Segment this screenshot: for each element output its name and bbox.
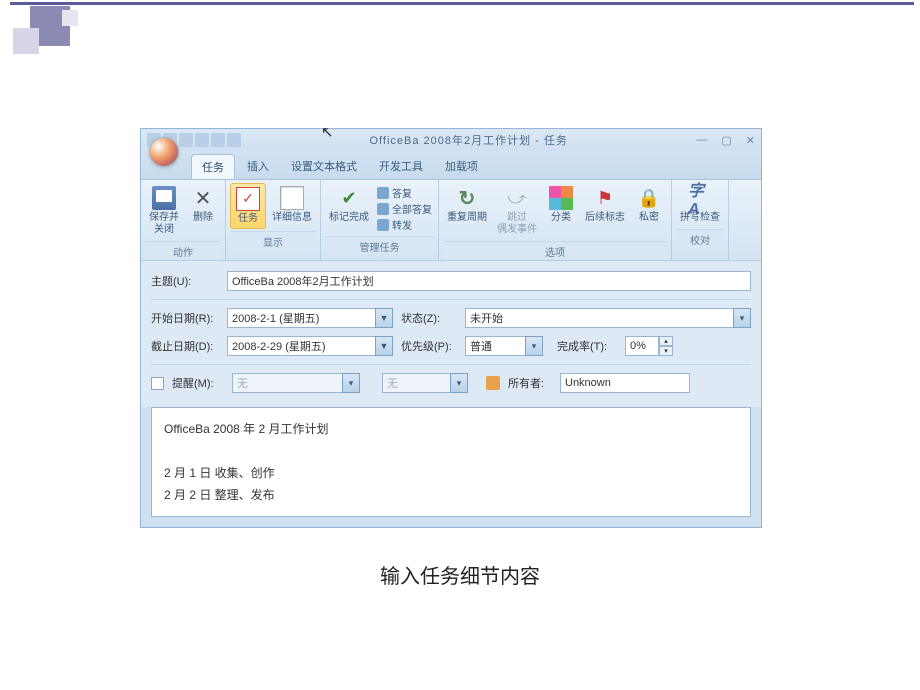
ribbon-small-list: 答复全部答复转发 <box>375 183 434 234</box>
maximize-button[interactable]: ▢ <box>721 134 731 147</box>
close-button[interactable]: ✕ <box>746 134 755 147</box>
ribbon-group-label: 校对 <box>676 229 724 247</box>
ribbon-group-label: 管理任务 <box>325 236 434 254</box>
title-bar: OfficeBa 2008年2月工作计划 - 任务 — ▢ ✕ <box>141 129 761 151</box>
ribbon-group-校对: 字A拼写检查校对 <box>672 180 729 260</box>
reminder-date-input[interactable] <box>232 373 342 393</box>
qat-more-icon[interactable] <box>227 133 241 147</box>
qat-next-icon[interactable] <box>211 133 225 147</box>
completion-label: 完成率(T): <box>557 338 617 354</box>
reminder-time-input[interactable] <box>382 373 450 393</box>
ribbon-btn-cat[interactable]: 分类 <box>543 183 579 227</box>
decor-square-light <box>13 28 39 54</box>
ribbon-btn-lock[interactable]: 🔒私密 <box>631 183 667 227</box>
body-line: OfficeBa 2008 年 2 月工作计划 <box>164 418 738 440</box>
minimize-button[interactable]: — <box>696 134 707 147</box>
office-button[interactable] <box>149 137 179 167</box>
owner-label: 所有者: <box>508 375 552 391</box>
reminder-checkbox[interactable] <box>151 377 164 390</box>
reminder-time-dropdown[interactable]: ▾ <box>450 373 468 393</box>
separator <box>151 299 751 300</box>
tab-0[interactable]: 任务 <box>191 154 235 179</box>
ribbon-group-label: 动作 <box>145 241 221 259</box>
ribbon-btn-flag[interactable]: ⚑后续标志 <box>581 183 629 227</box>
decor-square-small <box>62 10 78 26</box>
tab-2[interactable]: 设置文本格式 <box>281 154 367 179</box>
due-date-input[interactable] <box>227 336 375 356</box>
priority-dropdown[interactable]: ▾ <box>525 336 543 356</box>
ribbon-btn-del[interactable]: ✕删除 <box>185 183 221 227</box>
ribbon: 保存并关闭✕删除动作任务详细信息显示✔标记完成答复全部答复转发管理任务↻重复周期… <box>141 179 761 260</box>
ribbon-group-选项: ↻重复周期⤻跳过偶发事件分类⚑后续标志🔒私密选项 <box>439 180 672 260</box>
due-date-label: 截止日期(D): <box>151 338 219 354</box>
subject-input[interactable] <box>227 271 751 291</box>
status-label: 状态(Z): <box>401 310 457 326</box>
ribbon-tabs-row: 任务插入设置文本格式开发工具加载项 <box>141 151 761 179</box>
body-line: 2 月 1 日 收集、创作 <box>164 462 738 484</box>
assign-owner-icon[interactable] <box>486 376 500 390</box>
owner-input[interactable] <box>560 373 690 393</box>
ribbon-group-显示: 任务详细信息显示 <box>226 180 321 260</box>
window-title: OfficeBa 2008年2月工作计划 - 任务 <box>241 132 696 148</box>
task-window: ↖ OfficeBa 2008年2月工作计划 - 任务 — ▢ ✕ 任务插入设置… <box>140 128 762 528</box>
slide-caption: 输入任务细节内容 <box>0 560 920 589</box>
ribbon-group-label: 选项 <box>443 241 667 259</box>
start-date-input[interactable] <box>227 308 375 328</box>
completion-spin-up[interactable]: ▴ <box>659 336 673 346</box>
separator <box>151 364 751 365</box>
ribbon-btn-spell[interactable]: 字A拼写检查 <box>676 183 724 227</box>
ribbon-btn-task[interactable]: 任务 <box>230 183 266 229</box>
ribbon-btn-save[interactable]: 保存并关闭 <box>145 183 183 239</box>
priority-label: 优先级(P): <box>401 338 457 354</box>
status-input[interactable] <box>465 308 733 328</box>
due-date-dropdown[interactable]: ▼ <box>375 336 393 356</box>
subject-label: 主题(U): <box>151 273 219 289</box>
ribbon-btn-check[interactable]: ✔标记完成 <box>325 183 373 227</box>
start-date-dropdown[interactable]: ▼ <box>375 308 393 328</box>
reminder-label: 提醒(M): <box>172 375 224 391</box>
start-date-label: 开始日期(R): <box>151 310 219 326</box>
completion-input[interactable] <box>625 336 659 356</box>
ribbon-group-动作: 保存并关闭✕删除动作 <box>141 180 226 260</box>
ribbon-group-管理任务: ✔标记完成答复全部答复转发管理任务 <box>321 180 439 260</box>
ribbon-small-item[interactable]: 答复 <box>377 185 432 200</box>
ribbon-small-item[interactable]: 全部答复 <box>377 201 432 216</box>
task-body-editor[interactable]: OfficeBa 2008 年 2 月工作计划 2 月 1 日 收集、创作 2 … <box>151 407 751 517</box>
slide-top-border <box>10 2 914 5</box>
ribbon-small-item[interactable]: 转发 <box>377 217 432 232</box>
ribbon-btn-repeat[interactable]: ↻重复周期 <box>443 183 491 227</box>
ribbon-btn-skip: ⤻跳过偶发事件 <box>493 183 541 239</box>
tab-4[interactable]: 加载项 <box>435 154 488 179</box>
ribbon-btn-detail[interactable]: 详细信息 <box>268 183 316 227</box>
qat-redo-icon[interactable] <box>179 133 193 147</box>
ribbon-group-label: 显示 <box>230 231 316 249</box>
task-form: 主题(U): 开始日期(R): ▼ 状态(Z): ▾ 截止日期(D): ▼ 优先… <box>141 260 761 407</box>
tab-1[interactable]: 插入 <box>237 154 279 179</box>
tab-3[interactable]: 开发工具 <box>369 154 433 179</box>
reminder-date-dropdown[interactable]: ▾ <box>342 373 360 393</box>
status-dropdown[interactable]: ▾ <box>733 308 751 328</box>
completion-spin-down[interactable]: ▾ <box>659 346 673 356</box>
qat-prev-icon[interactable] <box>195 133 209 147</box>
priority-input[interactable] <box>465 336 525 356</box>
body-line: 2 月 2 日 整理、发布 <box>164 484 738 506</box>
